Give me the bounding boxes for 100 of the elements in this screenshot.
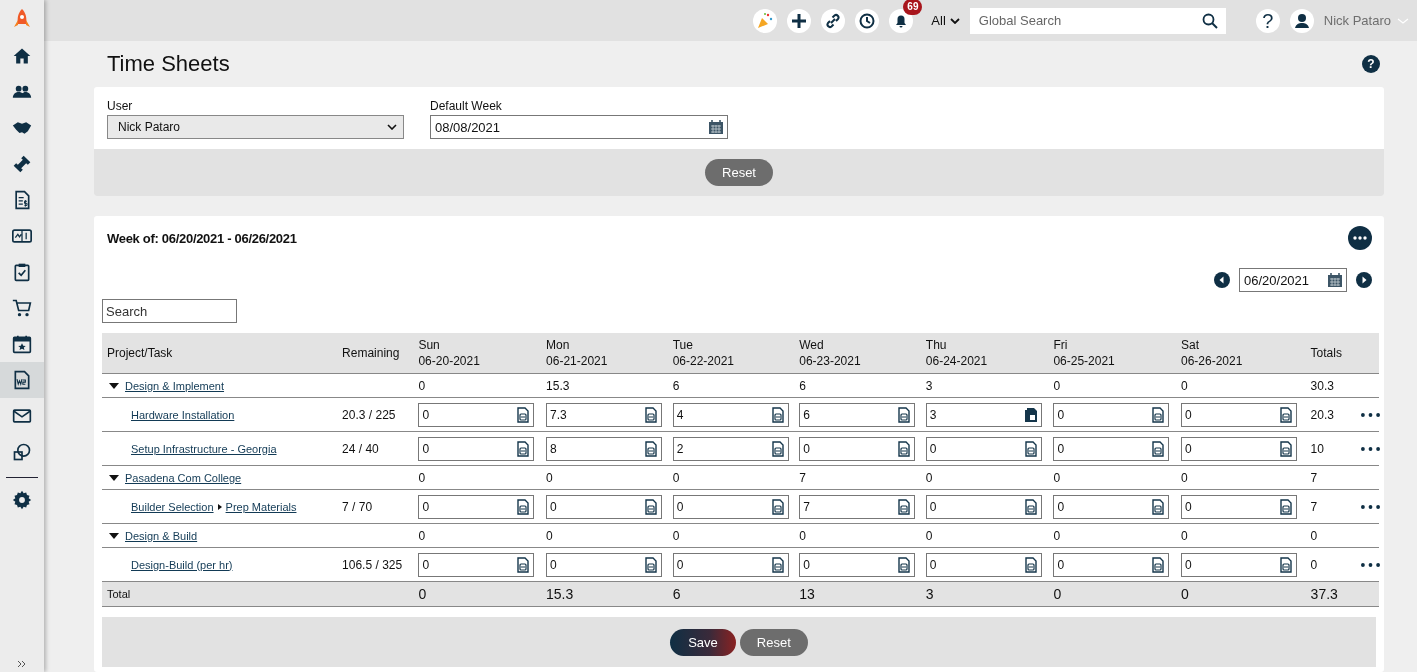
task-link[interactable]: Builder Selection xyxy=(131,500,214,513)
note-icon[interactable] xyxy=(770,498,785,515)
project-link[interactable]: Pasadena Com College xyxy=(125,471,242,484)
hours-field[interactable]: 0 xyxy=(546,552,663,577)
note-icon[interactable] xyxy=(1151,406,1166,423)
hours-field[interactable]: 0 xyxy=(1181,494,1297,519)
hours-field[interactable]: 0 xyxy=(1053,402,1170,427)
note-icon[interactable] xyxy=(516,406,531,423)
hours-field[interactable]: 0 xyxy=(672,552,789,577)
hours-field[interactable]: 0 xyxy=(1181,436,1297,461)
table-cell: 24 / 40 xyxy=(342,441,379,456)
hours-field[interactable]: 0 xyxy=(418,402,535,427)
next-week-icon[interactable] xyxy=(1356,272,1372,288)
task-link[interactable]: Setup Infrastructure - Georgia xyxy=(131,442,277,455)
note-icon[interactable] xyxy=(1023,498,1038,515)
hours-field[interactable]: 0 xyxy=(1053,552,1170,577)
hours-field[interactable]: 0 xyxy=(418,494,535,519)
hours-field[interactable]: 6 xyxy=(799,402,916,427)
hours-field[interactable]: 0 xyxy=(546,494,663,519)
note-icon[interactable] xyxy=(770,440,785,457)
task-link[interactable]: Prep Materials xyxy=(225,500,297,513)
hours-field[interactable]: 0 xyxy=(1181,402,1297,427)
note-icon[interactable] xyxy=(644,556,659,573)
hours-field[interactable]: 0 xyxy=(418,552,535,577)
hours-field[interactable]: 0 xyxy=(1181,552,1297,577)
hours-field[interactable]: 0 xyxy=(418,436,535,461)
project-link[interactable]: Design & Build xyxy=(125,529,198,542)
note-icon[interactable] xyxy=(1151,440,1166,457)
hours-field[interactable]: 0 xyxy=(1053,436,1170,461)
note-icon[interactable] xyxy=(897,498,912,515)
note-icon[interactable] xyxy=(516,556,531,573)
table-cell: 0 xyxy=(672,470,680,485)
note-icon[interactable] xyxy=(770,556,785,573)
hours-field[interactable]: 2 xyxy=(672,436,789,461)
note-icon[interactable] xyxy=(1279,556,1293,573)
note-icon[interactable] xyxy=(644,406,659,423)
search-field[interactable]: Search xyxy=(102,299,237,323)
note-filled-icon[interactable] xyxy=(1023,406,1038,423)
hours-field[interactable]: 0 xyxy=(1053,494,1170,519)
user-avatar-icon[interactable] xyxy=(1289,8,1314,33)
hours-field[interactable]: 3 xyxy=(925,402,1042,427)
more-options-icon[interactable] xyxy=(1360,504,1380,509)
hours-field[interactable]: 0 xyxy=(925,552,1042,577)
note-icon[interactable] xyxy=(897,440,912,457)
help-button[interactable]: ? xyxy=(1255,8,1280,33)
date-field[interactable]: 08/08/2021 xyxy=(430,115,728,139)
note-icon[interactable] xyxy=(897,406,912,423)
column-header: Sun 06-20-2021 xyxy=(418,337,480,369)
hours-field[interactable]: 4 xyxy=(672,402,789,427)
hours-field[interactable]: 8 xyxy=(546,436,663,461)
note-icon[interactable] xyxy=(1151,498,1166,515)
hours-field[interactable]: 0 xyxy=(799,552,916,577)
search-scope-dropdown[interactable]: All xyxy=(931,13,960,28)
task-link[interactable]: Hardware Installation xyxy=(131,408,235,421)
notification-bell-icon[interactable] xyxy=(889,8,914,33)
project-link[interactable]: Design & Implement xyxy=(125,379,225,392)
note-icon[interactable] xyxy=(644,440,659,457)
note-icon[interactable] xyxy=(1151,556,1166,573)
note-icon[interactable] xyxy=(897,556,912,573)
link-icon[interactable] xyxy=(821,8,846,33)
note-icon[interactable] xyxy=(1023,440,1038,457)
add-icon[interactable] xyxy=(787,8,812,33)
more-options-icon[interactable] xyxy=(1360,562,1380,567)
help-button[interactable]: ? xyxy=(1362,55,1380,73)
task-link[interactable]: Design-Build (per hr) xyxy=(131,558,233,571)
global-search-field[interactable]: Global Search xyxy=(969,7,1226,34)
reset-button[interactable]: Reset xyxy=(705,159,773,186)
hours-field[interactable]: 0 xyxy=(799,436,916,461)
home-icon xyxy=(12,46,32,66)
more-options-icon[interactable] xyxy=(1360,412,1380,417)
user-menu[interactable]: Nick Pataro xyxy=(1323,13,1409,28)
table-cell: 6 xyxy=(672,378,680,393)
more-options-icon[interactable] xyxy=(1348,226,1372,250)
caret-down-icon[interactable] xyxy=(107,472,119,483)
caret-down-icon[interactable] xyxy=(107,530,119,541)
note-icon[interactable] xyxy=(1279,498,1293,515)
caret-down-icon[interactable] xyxy=(107,380,119,391)
sidebar-item[interactable] xyxy=(0,362,44,398)
history-icon[interactable] xyxy=(855,8,880,33)
note-icon[interactable] xyxy=(516,440,531,457)
search-icon[interactable] xyxy=(1201,12,1218,29)
hours-field[interactable]: 0 xyxy=(925,436,1042,461)
user-select[interactable]: Nick Pataro xyxy=(107,115,404,139)
date-field[interactable]: 06/20/2021 xyxy=(1239,268,1347,292)
save-button[interactable]: Save xyxy=(670,628,736,656)
note-icon[interactable] xyxy=(516,498,531,515)
invoice-icon xyxy=(12,190,32,210)
note-icon[interactable] xyxy=(1023,556,1038,573)
expand-icon[interactable] xyxy=(17,660,27,668)
note-icon[interactable] xyxy=(1279,440,1293,457)
note-icon[interactable] xyxy=(770,406,785,423)
previous-week-icon[interactable] xyxy=(1214,272,1230,288)
note-icon[interactable] xyxy=(644,498,659,515)
reset-button[interactable]: Reset xyxy=(739,628,808,656)
hours-field[interactable]: 7.3 xyxy=(546,402,663,427)
more-options-icon[interactable] xyxy=(1360,446,1380,451)
hours-field[interactable]: 0 xyxy=(672,494,789,519)
note-icon[interactable] xyxy=(1279,406,1293,423)
hours-field[interactable]: 0 xyxy=(925,494,1042,519)
hours-field[interactable]: 7 xyxy=(799,494,916,519)
